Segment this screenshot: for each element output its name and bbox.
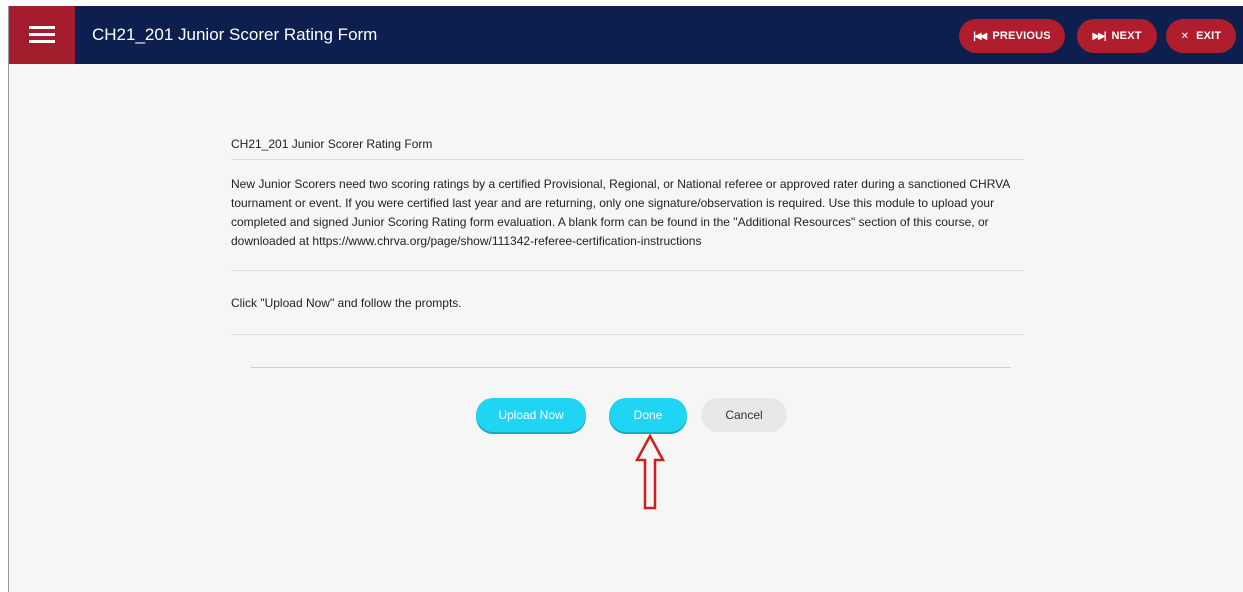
menu-button[interactable]: [9, 6, 75, 64]
divider: [231, 159, 1024, 160]
skip-back-icon: |◀◀: [973, 30, 987, 42]
exit-button[interactable]: ✕ EXIT: [1166, 19, 1236, 53]
page-title: CH21_201 Junior Scorer Rating Form: [231, 137, 433, 151]
skip-forward-icon: ▶▶|: [1092, 30, 1106, 42]
upload-now-button[interactable]: Upload Now: [476, 398, 586, 432]
close-icon: ✕: [1180, 30, 1190, 42]
next-button[interactable]: ▶▶| NEXT: [1077, 19, 1157, 53]
cancel-button[interactable]: Cancel: [701, 398, 787, 432]
up-arrow-icon: [635, 434, 665, 510]
done-button[interactable]: Done: [609, 398, 687, 432]
description-text: New Junior Scorers need two scoring rati…: [231, 177, 1010, 248]
instruction-text: Click "Upload Now" and follow the prompt…: [231, 296, 462, 310]
top-navigation-bar: CH21_201 Junior Scorer Rating Form |◀◀ P…: [9, 6, 1243, 64]
hamburger-menu-icon: [29, 26, 55, 29]
divider: [231, 270, 1024, 271]
previous-label: PREVIOUS: [992, 30, 1051, 42]
course-title: CH21_201 Junior Scorer Rating Form: [92, 25, 378, 44]
app-window: CH21_201 Junior Scorer Rating Form |◀◀ P…: [8, 6, 1243, 592]
main-content: CH21_201 Junior Scorer Rating Form New J…: [9, 64, 1243, 592]
exit-label: EXIT: [1196, 30, 1222, 42]
previous-button[interactable]: |◀◀ PREVIOUS: [959, 19, 1065, 53]
divider: [231, 334, 1024, 335]
next-label: NEXT: [1111, 30, 1142, 42]
divider: [251, 367, 1011, 368]
